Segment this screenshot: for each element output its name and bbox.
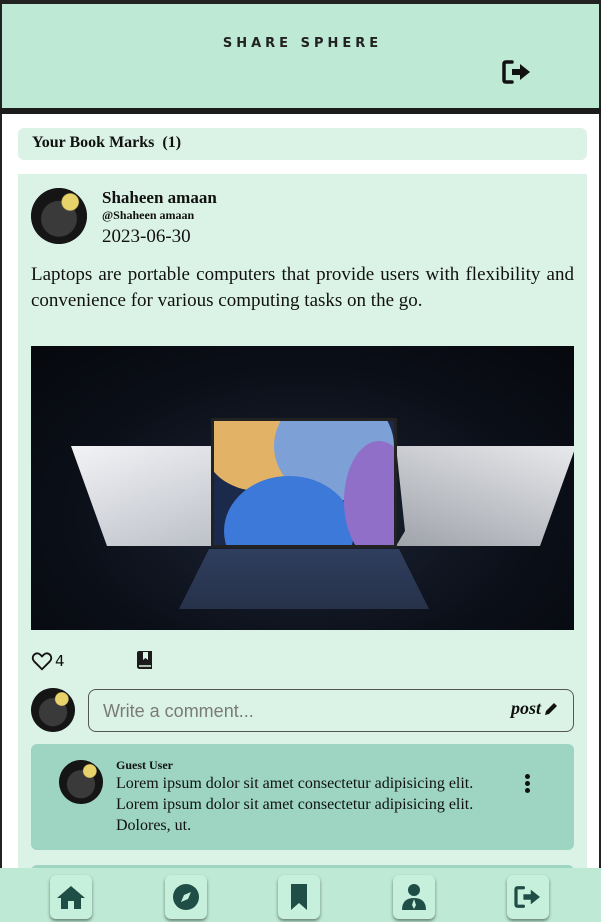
post-author-name[interactable]: Shaheen amaan <box>102 188 217 208</box>
bookmarks-label: Your Book Marks <box>32 134 155 151</box>
bookmark-icon[interactable] <box>135 650 155 672</box>
bookmarks-header: Your Book Marks (1) <box>18 128 587 160</box>
home-icon <box>57 886 85 909</box>
nav-bookmarks-button[interactable] <box>278 875 320 919</box>
nav-logout-button[interactable] <box>507 875 549 919</box>
bottom-nav <box>0 868 601 922</box>
post-card: Shaheen amaan @Shaheen amaan 2023-06-30 … <box>18 174 587 870</box>
current-user-avatar <box>31 688 75 732</box>
compass-icon <box>173 884 199 910</box>
post-comment-button[interactable]: post <box>511 698 559 719</box>
like-count: 4 <box>55 652 65 670</box>
pencil-icon <box>545 702 557 715</box>
comment-input[interactable] <box>103 699 473 723</box>
post-image <box>31 346 574 630</box>
comment-text: Lorem ipsum dolor sit amet consectetur a… <box>116 775 474 834</box>
laptop-right-graphic <box>396 446 574 546</box>
guest-avatar <box>59 760 103 804</box>
nav-home-button[interactable] <box>50 875 92 919</box>
author-avatar[interactable] <box>31 188 87 244</box>
laptop-base-graphic <box>179 549 429 609</box>
user-icon <box>402 884 426 910</box>
main-content: Your Book Marks (1) Shaheen amaan @Shahe… <box>0 114 601 870</box>
bookmark-icon <box>291 884 307 910</box>
post-text: Laptops are portable computers that prov… <box>31 264 574 311</box>
post-date: 2023-06-30 <box>102 226 191 247</box>
logout-icon[interactable] <box>502 59 532 85</box>
more-options-icon[interactable] <box>523 774 531 796</box>
logout-icon <box>514 886 540 908</box>
nav-explore-button[interactable] <box>165 875 207 919</box>
post-comment-label: post <box>510 698 541 718</box>
heart-icon[interactable] <box>31 650 53 672</box>
comment-author: Guest User <box>116 758 173 772</box>
post-author-handle: @Shaheen amaan <box>102 208 195 222</box>
app-header: SHARE SPHERE <box>0 4 601 108</box>
comment-form: post <box>88 689 574 732</box>
comment-item: Guest User Lorem ipsum dolor sit amet co… <box>31 744 574 850</box>
brand-title: SHARE SPHERE <box>222 36 383 51</box>
nav-profile-button[interactable] <box>393 875 435 919</box>
laptop-screen-graphic <box>211 418 397 548</box>
bookmarks-count: (1) <box>162 134 182 151</box>
